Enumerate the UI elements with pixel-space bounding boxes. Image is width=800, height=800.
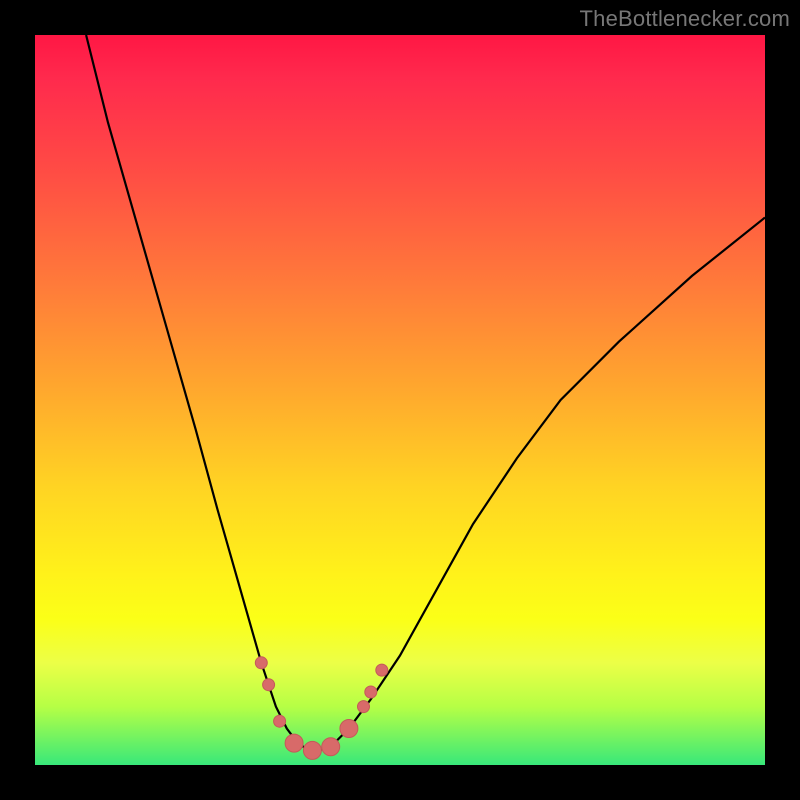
- outer-frame: TheBottleneсker.com: [0, 0, 800, 800]
- marker-point: [322, 738, 340, 756]
- marker-point: [358, 701, 370, 713]
- marker-point: [376, 664, 388, 676]
- marker-point: [255, 657, 267, 669]
- marker-point: [274, 715, 286, 727]
- marker-point: [340, 720, 358, 738]
- marker-point: [285, 734, 303, 752]
- bottleneck-curve: [86, 35, 765, 750]
- watermark-text: TheBottleneсker.com: [580, 6, 790, 32]
- marker-point: [365, 686, 377, 698]
- plot-area: [35, 35, 765, 765]
- highlight-markers: [255, 657, 387, 760]
- marker-point: [303, 741, 321, 759]
- chart-svg: [35, 35, 765, 765]
- marker-point: [263, 679, 275, 691]
